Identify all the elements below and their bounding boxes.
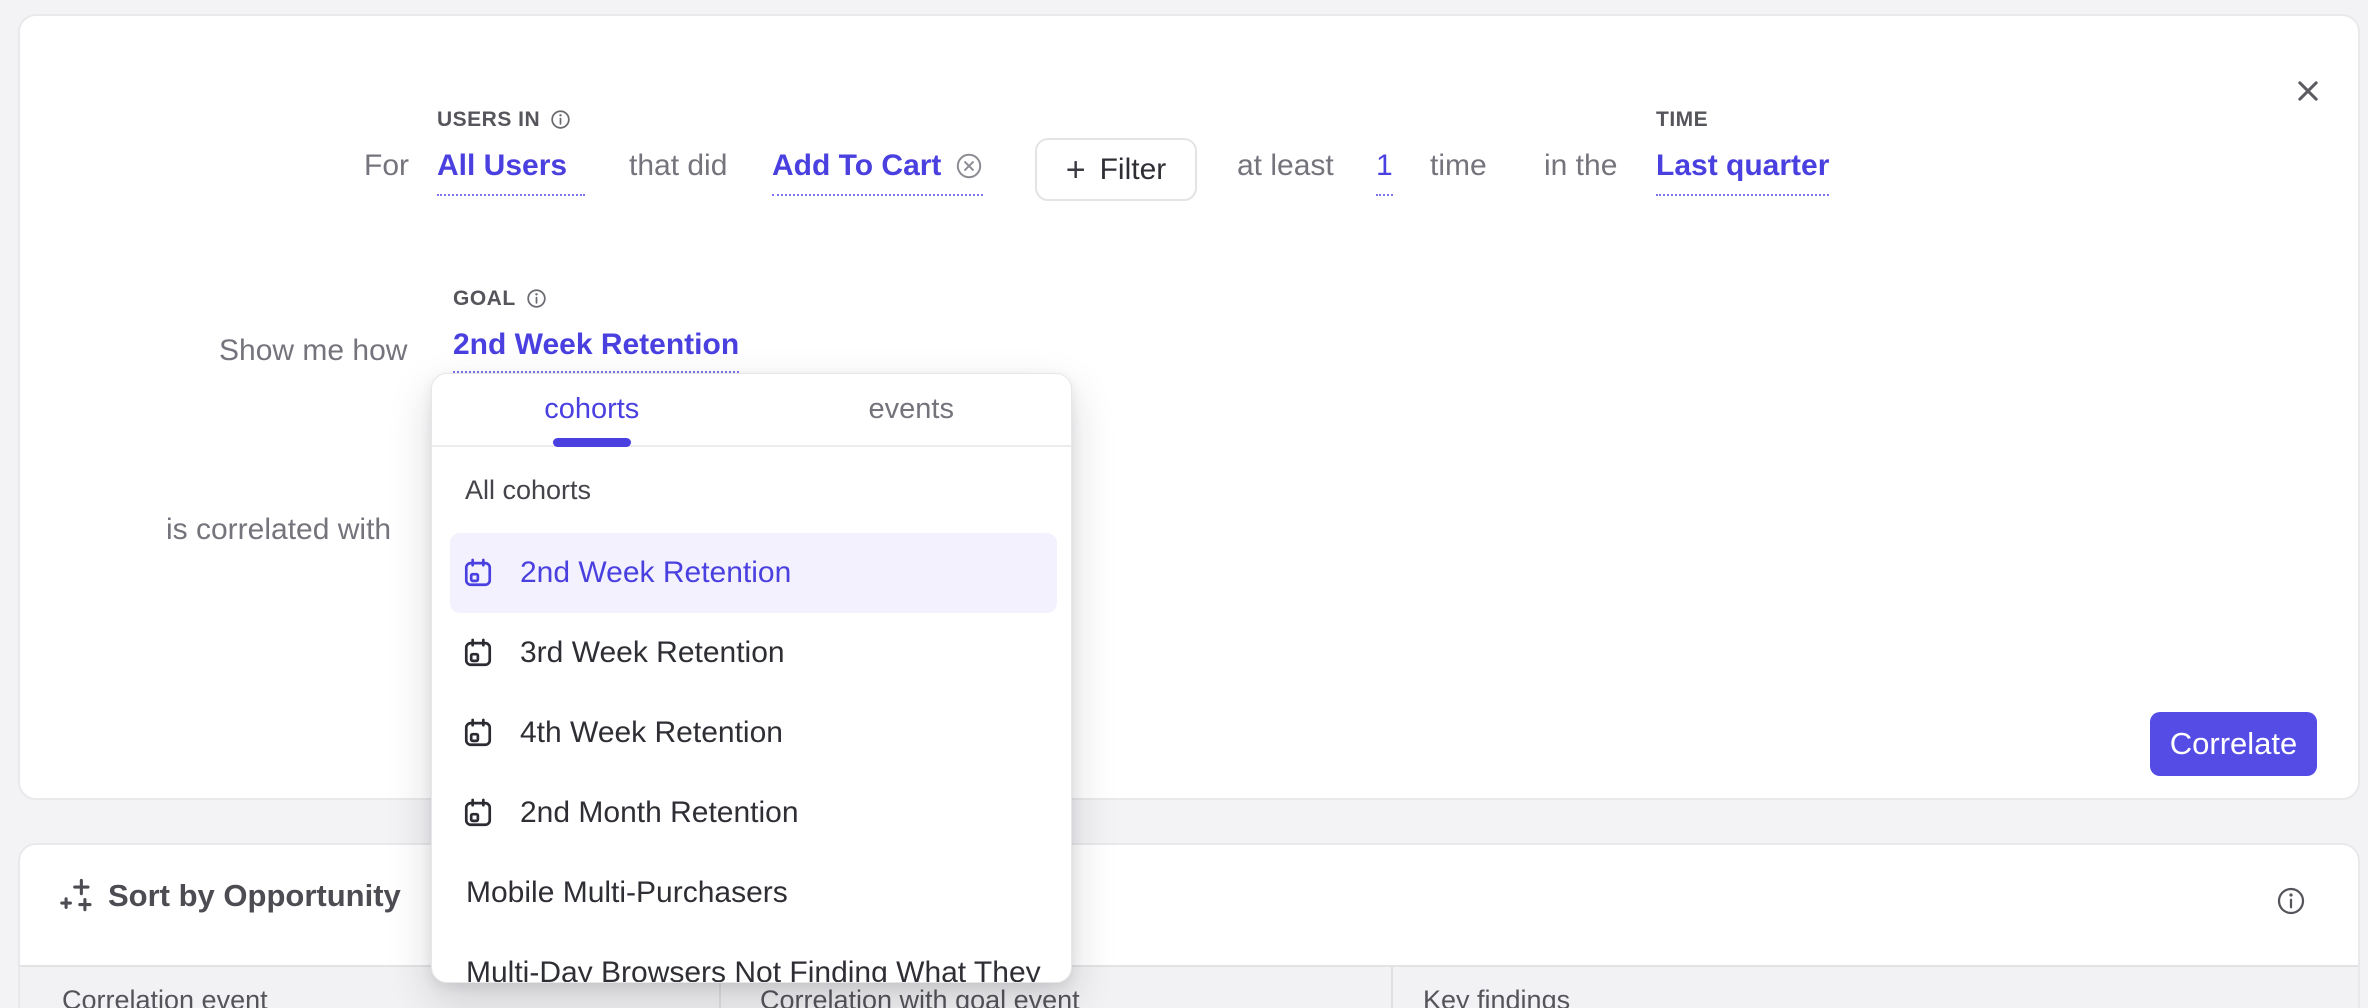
is-correlated-word: is correlated with xyxy=(166,512,391,548)
goal-selector[interactable]: 2nd Week Retention xyxy=(453,327,739,373)
list-item-4th-week-retention[interactable]: 4th Week Retention xyxy=(450,693,1057,773)
cohort-selector[interactable]: All Users xyxy=(437,148,585,196)
column-header-key-findings: Key findings xyxy=(1423,984,1570,1008)
plus-icon: + xyxy=(1066,155,1086,185)
info-icon[interactable] xyxy=(550,109,571,130)
calendar-icon xyxy=(462,797,494,829)
list-item-label: Mobile Multi-Purchasers xyxy=(466,875,788,911)
that-did-word: that did xyxy=(629,148,727,184)
time-label-text: TIME xyxy=(1656,109,1708,130)
correlation-query-card: USERS IN TIME For All Users that did Add… xyxy=(18,14,2360,800)
time-range-selector[interactable]: Last quarter xyxy=(1656,148,1829,196)
results-table-header: Correlation event Correlation with goal … xyxy=(20,965,2358,1008)
time-label: TIME xyxy=(1656,109,1708,130)
calendar-icon xyxy=(462,717,494,749)
correlate-button[interactable]: Correlate xyxy=(2150,712,2317,776)
list-item-2nd-month-retention[interactable]: 2nd Month Retention xyxy=(450,773,1057,853)
list-item-label: 3rd Week Retention xyxy=(520,635,785,671)
users-in-label: USERS IN xyxy=(437,109,571,130)
remove-event-icon[interactable] xyxy=(955,152,983,180)
at-least-word: at least xyxy=(1237,148,1334,184)
dropdown-tabbar: cohorts events xyxy=(432,374,1071,447)
event-selector[interactable]: Add To Cart xyxy=(772,148,983,196)
info-icon[interactable] xyxy=(2271,881,2311,921)
sort-by-opportunity-label: Sort by Opportunity xyxy=(108,878,401,914)
event-selector-label: Add To Cart xyxy=(772,148,941,184)
list-item-label: 4th Week Retention xyxy=(520,715,783,751)
tab-cohorts[interactable]: cohorts xyxy=(432,374,752,445)
time-word: time xyxy=(1430,148,1487,184)
goal-picker-dropdown: cohorts events All cohorts 2nd Week Rete… xyxy=(431,373,1072,983)
tab-events[interactable]: events xyxy=(752,374,1072,445)
column-divider xyxy=(1391,967,1393,1008)
times-count-selector[interactable]: 1 xyxy=(1376,148,1393,196)
calendar-icon xyxy=(462,557,494,589)
calendar-icon xyxy=(462,637,494,669)
add-filter-button-label: Filter xyxy=(1100,155,1167,185)
close-icon[interactable] xyxy=(2286,69,2330,113)
list-item-label: 2nd Month Retention xyxy=(520,795,799,831)
column-header-correlation-event: Correlation event xyxy=(62,984,268,1008)
users-in-label-text: USERS IN xyxy=(437,109,540,130)
list-item-label: 2nd Week Retention xyxy=(520,555,791,591)
show-me-how-word: Show me how xyxy=(219,333,407,369)
cohort-section-label: All cohorts xyxy=(465,474,591,506)
sort-by-opportunity-button[interactable]: Sort by Opportunity xyxy=(59,877,401,914)
list-item-label: Multi-Day Browsers Not Finding What They xyxy=(466,955,1041,983)
list-item-3rd-week-retention[interactable]: 3rd Week Retention xyxy=(450,613,1057,693)
info-icon[interactable] xyxy=(526,288,547,309)
results-card: Sort by Opportunity Correlation event Co… xyxy=(18,843,2360,1008)
goal-label: GOAL xyxy=(453,288,547,309)
column-header-correlation-with-goal-event: Correlation with goal event xyxy=(760,984,1080,1008)
goal-label-text: GOAL xyxy=(453,288,516,309)
active-tab-indicator xyxy=(553,438,631,447)
in-the-word: in the xyxy=(1544,148,1617,184)
list-item-multi-day-browsers[interactable]: Multi-Day Browsers Not Finding What They xyxy=(450,933,1057,983)
sparkle-icon xyxy=(59,877,96,914)
results-toolbar: Sort by Opportunity xyxy=(20,845,2358,965)
list-item-2nd-week-retention[interactable]: 2nd Week Retention xyxy=(450,533,1057,613)
list-item-mobile-multi-purchasers[interactable]: Mobile Multi-Purchasers xyxy=(450,853,1057,933)
for-word: For xyxy=(364,148,409,184)
add-filter-button[interactable]: + Filter xyxy=(1035,138,1197,201)
